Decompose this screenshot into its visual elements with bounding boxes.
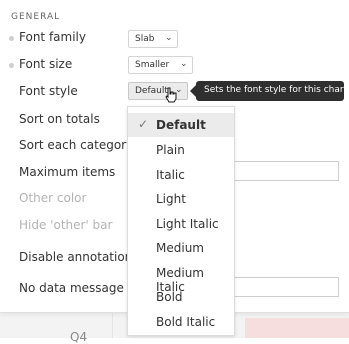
chevron-down-icon: ⌄: [180, 59, 188, 69]
no-data-message-label: No data message: [19, 281, 124, 295]
menu-item-plain[interactable]: Plain: [128, 138, 234, 162]
other-color-label: Other color: [19, 191, 87, 205]
menu-item-bold[interactable]: Bold: [128, 285, 234, 309]
font-size-value: Smaller: [135, 60, 170, 70]
disable-annotations-label: Disable annotations: [19, 250, 139, 264]
font-family-select[interactable]: Slab ⌄: [128, 30, 178, 48]
chart-bar: [245, 318, 349, 338]
menu-item-label: Light Italic: [156, 217, 219, 231]
maximum-items-label: Maximum items: [19, 165, 116, 179]
check-icon: ✓: [138, 117, 149, 131]
menu-item-label: Italic: [156, 168, 185, 182]
hand-pointer-icon: [164, 87, 178, 107]
sort-each-category-label: Sort each category: [19, 138, 134, 152]
chart-category-label: Q4: [70, 330, 88, 344]
menu-item-default[interactable]: ✓ Default: [128, 113, 234, 137]
menu-item-medium-italic[interactable]: Medium Italic: [128, 261, 234, 294]
font-family-label: Font family: [19, 30, 86, 44]
menu-item-bold-italic[interactable]: Bold Italic: [128, 310, 234, 334]
hide-other-bar-label: Hide 'other' bar: [19, 218, 113, 232]
menu-item-label: Bold: [156, 290, 183, 304]
no-data-message-input[interactable]: [230, 277, 339, 297]
font-style-select[interactable]: Default ⌄: [128, 82, 188, 100]
modified-indicator-dot: [9, 63, 14, 68]
menu-item-medium[interactable]: Medium: [128, 236, 234, 260]
menu-item-label: Bold Italic: [156, 315, 216, 329]
sort-on-totals-label: Sort on totals: [19, 112, 100, 126]
modified-indicator-dot: [9, 36, 14, 41]
font-family-value: Slab: [135, 34, 155, 44]
menu-item-light-italic[interactable]: Light Italic: [128, 212, 234, 236]
maximum-items-input[interactable]: [230, 161, 339, 181]
font-style-value: Default: [135, 86, 168, 96]
font-size-label: Font size: [19, 57, 73, 71]
section-title: GENERAL: [11, 12, 61, 22]
font-style-tooltip: Sets the font style for this chart.: [196, 81, 349, 101]
menu-item-label: Medium: [156, 241, 204, 255]
font-style-dropdown-menu: ✓ Default Plain Italic Light Light Italic Medi…: [127, 106, 235, 336]
menu-item-label: Light: [156, 192, 186, 206]
menu-item-italic[interactable]: Italic: [128, 163, 234, 187]
font-size-select[interactable]: Smaller ⌄: [128, 56, 193, 74]
menu-item-light[interactable]: Light: [128, 187, 234, 211]
chevron-down-icon: ⌄: [165, 33, 173, 43]
menu-item-label: Default: [156, 118, 206, 132]
menu-item-label: Plain: [156, 143, 185, 157]
font-style-label: Font style: [19, 84, 78, 98]
